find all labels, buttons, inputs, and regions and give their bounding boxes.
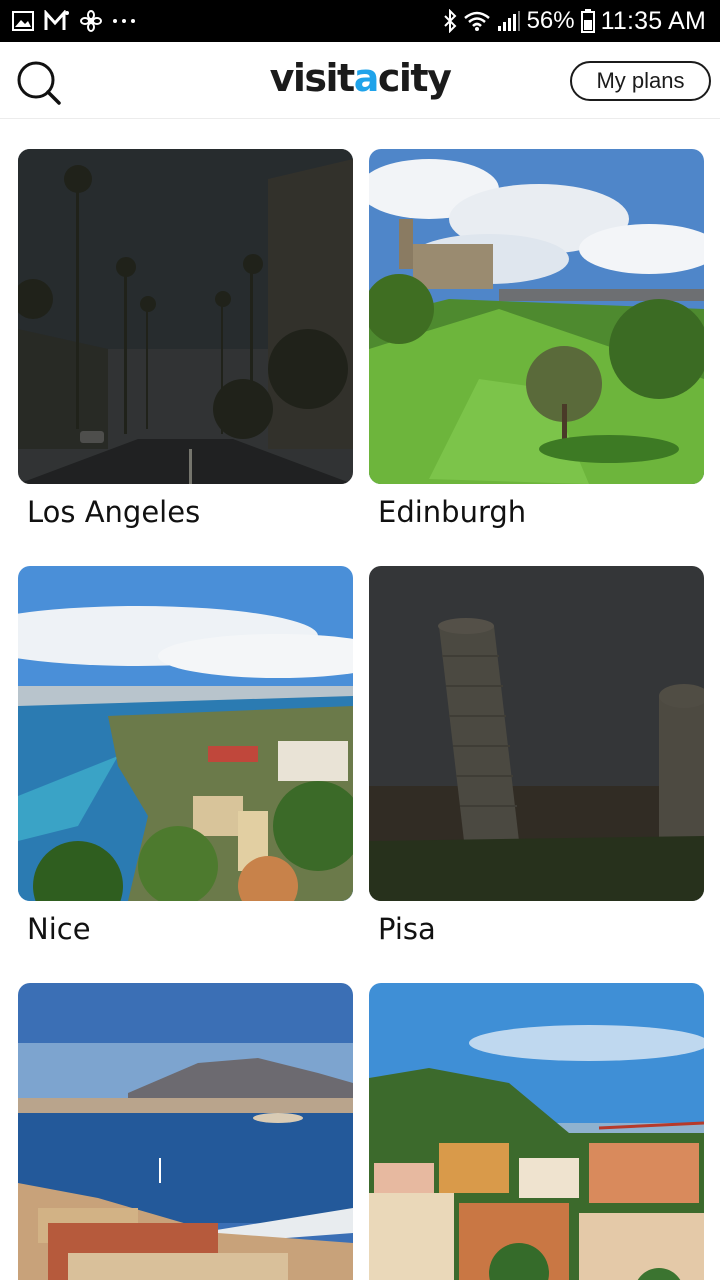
city-name: Los Angeles <box>27 495 201 529</box>
bluetooth-icon <box>443 9 457 33</box>
signal-icon <box>497 10 521 32</box>
city-photo[interactable] <box>369 983 704 1280</box>
city-photo[interactable] <box>369 149 704 484</box>
city-photo[interactable] <box>18 149 353 484</box>
gmail-icon <box>44 10 70 32</box>
battery-icon <box>580 9 595 33</box>
city-photo[interactable] <box>18 983 353 1280</box>
city-photo[interactable] <box>18 566 353 901</box>
battery-percent: 56% <box>526 7 575 34</box>
city-photo[interactable] <box>369 566 704 901</box>
more-dots-icon <box>112 17 136 25</box>
status-bar: 56% 11:35 AM <box>0 0 720 42</box>
logo-accent: a <box>353 56 380 100</box>
wifi-icon <box>463 10 491 32</box>
logo-prefix: visit <box>269 56 356 100</box>
city-name: Nice <box>27 912 91 946</box>
app-header: visitacity My plans <box>0 42 720 119</box>
status-right-icons: 56% 11:35 AM <box>443 6 706 36</box>
photo-dim-overlay <box>369 566 704 901</box>
fan-icon <box>80 10 102 32</box>
city-name: Edinburgh <box>378 495 527 529</box>
city-name: Pisa <box>378 912 436 946</box>
my-plans-button[interactable]: My plans <box>570 61 711 101</box>
logo-suffix: city <box>377 56 452 100</box>
clock: 11:35 AM <box>600 6 706 35</box>
photo-dim-overlay <box>18 149 353 484</box>
gallery-icon <box>12 11 34 31</box>
status-left-icons <box>12 8 136 34</box>
